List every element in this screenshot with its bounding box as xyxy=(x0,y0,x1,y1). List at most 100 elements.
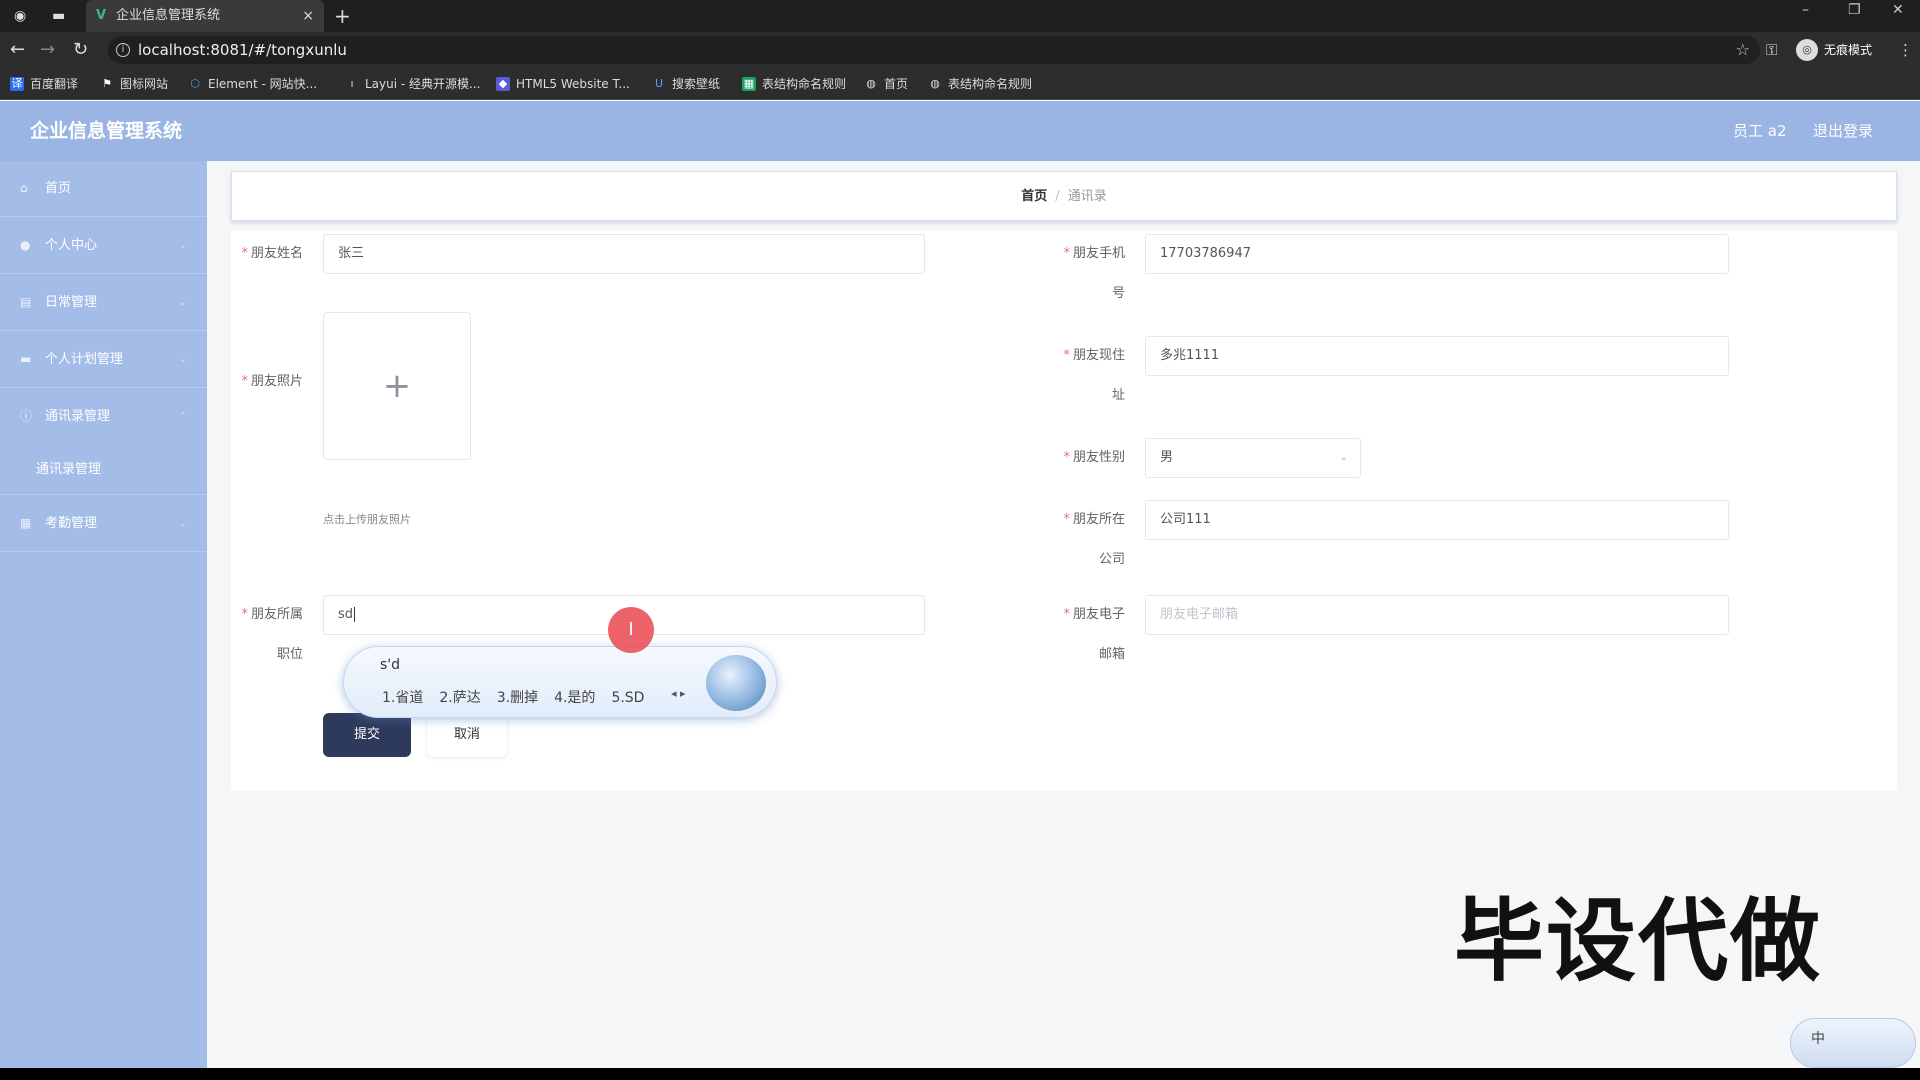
ime-tray[interactable]: 中 xyxy=(1790,1018,1916,1068)
tab-title: 企业信息管理系统 xyxy=(116,8,221,23)
breadcrumb-home[interactable]: 首页 xyxy=(1021,189,1047,204)
bookmark-item[interactable]: ◍ 表结构命名规则 xyxy=(928,68,1032,100)
app-title: 企业信息管理系统 xyxy=(30,120,183,142)
ime-orb-icon xyxy=(706,655,766,711)
bookmark-item[interactable]: ı Layui - 经典开源模... xyxy=(345,68,480,100)
submit-button[interactable]: 提交 xyxy=(323,713,411,757)
ime-candidate[interactable]: 3.删掉 xyxy=(497,690,538,706)
address-label-wrap: 址 xyxy=(1111,388,1125,403)
ime-candidate[interactable]: 1.省道 xyxy=(382,690,423,706)
user-name: 员工 a2 xyxy=(1733,122,1787,140)
bookmark-item[interactable]: ◍ 首页 xyxy=(864,68,908,100)
bookmark-item[interactable]: ⚑ 图标网站 xyxy=(100,68,168,100)
sidebar-item-plan[interactable]: ▬ 个人计划管理 ⌄ xyxy=(0,332,207,388)
element-icon: ⬡ xyxy=(190,77,200,90)
gender-label: * 朋友性别 xyxy=(1063,450,1125,465)
bookmark-star-icon[interactable]: ☆ xyxy=(1736,36,1750,64)
sidebar-item-home[interactable]: ⌂ 首页 xyxy=(0,161,207,217)
minimize-icon[interactable]: – xyxy=(1802,2,1809,18)
more-menu-icon[interactable]: ⋮ xyxy=(1898,40,1913,60)
address-input[interactable]: 多兆1111 xyxy=(1145,336,1729,376)
tab-search-icon[interactable]: ▬ xyxy=(52,8,68,24)
url-text: localhost:8081/#/tongxunlu xyxy=(138,41,347,59)
briefcase-icon: ▬ xyxy=(20,352,32,366)
photo-label: * 朋友照片 xyxy=(241,374,303,389)
bookmark-item[interactable]: 译百度翻译 xyxy=(10,68,78,100)
gender-select[interactable]: 男 ⌄ xyxy=(1145,438,1361,478)
cancel-button[interactable]: 取消 xyxy=(427,713,507,757)
password-key-icon[interactable]: ⚿ xyxy=(1766,40,1777,60)
vue-favicon-icon: V xyxy=(96,8,107,23)
bookmark-item[interactable]: ◆ HTML5 Website T... xyxy=(496,68,630,100)
watermark: 毕设代做 xyxy=(1454,889,1822,994)
ime-candidate[interactable]: 4.是的 xyxy=(554,690,595,706)
sidebar-subitem-contacts-manage[interactable]: 通讯录管理 xyxy=(0,445,207,495)
photo-hint: 点击上传朋友照片 xyxy=(323,513,411,526)
grid-icon: ▦ xyxy=(20,516,32,530)
back-icon[interactable]: ← xyxy=(10,40,25,60)
photo-upload[interactable]: + xyxy=(323,312,471,460)
info-icon: ⓘ xyxy=(20,409,33,423)
chevron-down-icon: ⌄ xyxy=(1339,452,1348,463)
new-tab-icon[interactable]: + xyxy=(334,0,351,32)
bookmarks-bar: 译百度翻译 ⚑ 图标网站 ⬡ Element - 网站快... ı Layui - 经… xyxy=(0,68,1920,100)
forward-icon[interactable]: → xyxy=(40,40,55,60)
close-tab-icon[interactable]: × xyxy=(302,0,314,32)
phone-input[interactable]: 17703786947 xyxy=(1145,234,1729,274)
logout-link[interactable]: 退出登录 xyxy=(1813,101,1873,161)
name-input[interactable]: 张三 xyxy=(323,234,925,274)
browser-tabstrip: ◉ ▬ V 企业信息管理系统 × + – ❐ ✕ xyxy=(0,0,1920,32)
email-label: * 朋友电子 xyxy=(1063,607,1125,622)
bookmark-item[interactable]: U 搜索壁纸 xyxy=(652,68,720,100)
wallpaper-icon: U xyxy=(654,77,664,90)
ime-candidate[interactable]: 5.SD xyxy=(611,690,644,706)
globe-icon: ◍ xyxy=(866,77,876,90)
plus-icon: + xyxy=(382,366,412,406)
sidebar-item-contacts[interactable]: ⓘ 通讯录管理 ⌃ xyxy=(0,389,207,445)
breadcrumb: 首页 / 通讯录 xyxy=(231,171,1897,221)
phone-label-wrap: 号 xyxy=(1111,286,1125,301)
app-header: 企业信息管理系统 员工 a2 退出登录 xyxy=(0,101,1920,161)
name-label: * 朋友姓名 xyxy=(241,246,303,261)
site-info-icon[interactable]: i xyxy=(116,43,130,57)
sidebar-item-attendance[interactable]: ▦ 考勤管理 ⌄ xyxy=(0,496,207,552)
sheet-icon: ▦ xyxy=(742,77,756,91)
breadcrumb-current: 通讯录 xyxy=(1067,189,1107,204)
breadcrumb-separator: / xyxy=(1055,189,1060,204)
email-label-wrap: 邮箱 xyxy=(1098,647,1125,662)
layui-icon: ı xyxy=(350,77,354,90)
incognito-label: 无痕模式 xyxy=(1824,43,1873,57)
html5-icon: ◆ xyxy=(496,77,510,91)
company-label: * 朋友所在 xyxy=(1063,512,1125,527)
ime-candidate-window: s'd 1.省道 2.萨达 3.删掉 4.是的 5.SD ◂ ▸ xyxy=(343,646,777,718)
company-label-wrap: 公司 xyxy=(1098,552,1125,567)
ime-candidate[interactable]: 2.萨达 xyxy=(439,690,480,706)
home-icon: ⌂ xyxy=(20,181,28,195)
sidebar-item-daily[interactable]: ▤ 日常管理 ⌄ xyxy=(0,275,207,331)
chevron-down-icon: ⌄ xyxy=(178,240,187,251)
incognito-icon: ◎ xyxy=(1796,39,1818,61)
browser-menu-icon[interactable]: ◉ xyxy=(14,8,30,24)
chevron-up-icon: ⌃ xyxy=(178,411,187,422)
ime-pager-icon[interactable]: ◂ ▸ xyxy=(671,687,686,700)
close-window-icon[interactable]: ✕ xyxy=(1892,2,1904,18)
user-icon: ● xyxy=(20,238,31,252)
screen: ◉ ▬ V 企业信息管理系统 × + – ❐ ✕ ← → ↻ i localho… xyxy=(0,0,1920,1068)
email-input[interactable]: 朋友电子邮箱 xyxy=(1145,595,1729,635)
reload-icon[interactable]: ↻ xyxy=(73,40,88,60)
browser-toolbar: ← → ↻ i localhost:8081/#/tongxunlu ☆ ⚿ ◎… xyxy=(0,32,1920,68)
restore-icon[interactable]: ❐ xyxy=(1848,2,1861,18)
bookmark-item[interactable]: ▦ 表结构命名规则 xyxy=(742,68,846,100)
ime-composition: s'd xyxy=(380,657,401,673)
globe-icon: ◍ xyxy=(930,77,940,90)
incognito-indicator[interactable]: ◎ 无痕模式 xyxy=(1796,38,1872,62)
browser-tab-active[interactable]: V 企业信息管理系统 × xyxy=(86,0,324,32)
address-bar[interactable]: i localhost:8081/#/tongxunlu ☆ xyxy=(108,36,1760,64)
chevron-down-icon: ⌄ xyxy=(178,354,187,365)
company-input[interactable]: 公司111 xyxy=(1145,500,1729,540)
sidebar-item-profile[interactable]: ● 个人中心 ⌄ xyxy=(0,218,207,274)
chevron-down-icon: ⌄ xyxy=(178,518,187,529)
position-label-wrap: 职位 xyxy=(276,647,303,662)
text-cursor-icon: I xyxy=(608,607,654,653)
bookmark-item[interactable]: ⬡ Element - 网站快... xyxy=(188,68,317,100)
